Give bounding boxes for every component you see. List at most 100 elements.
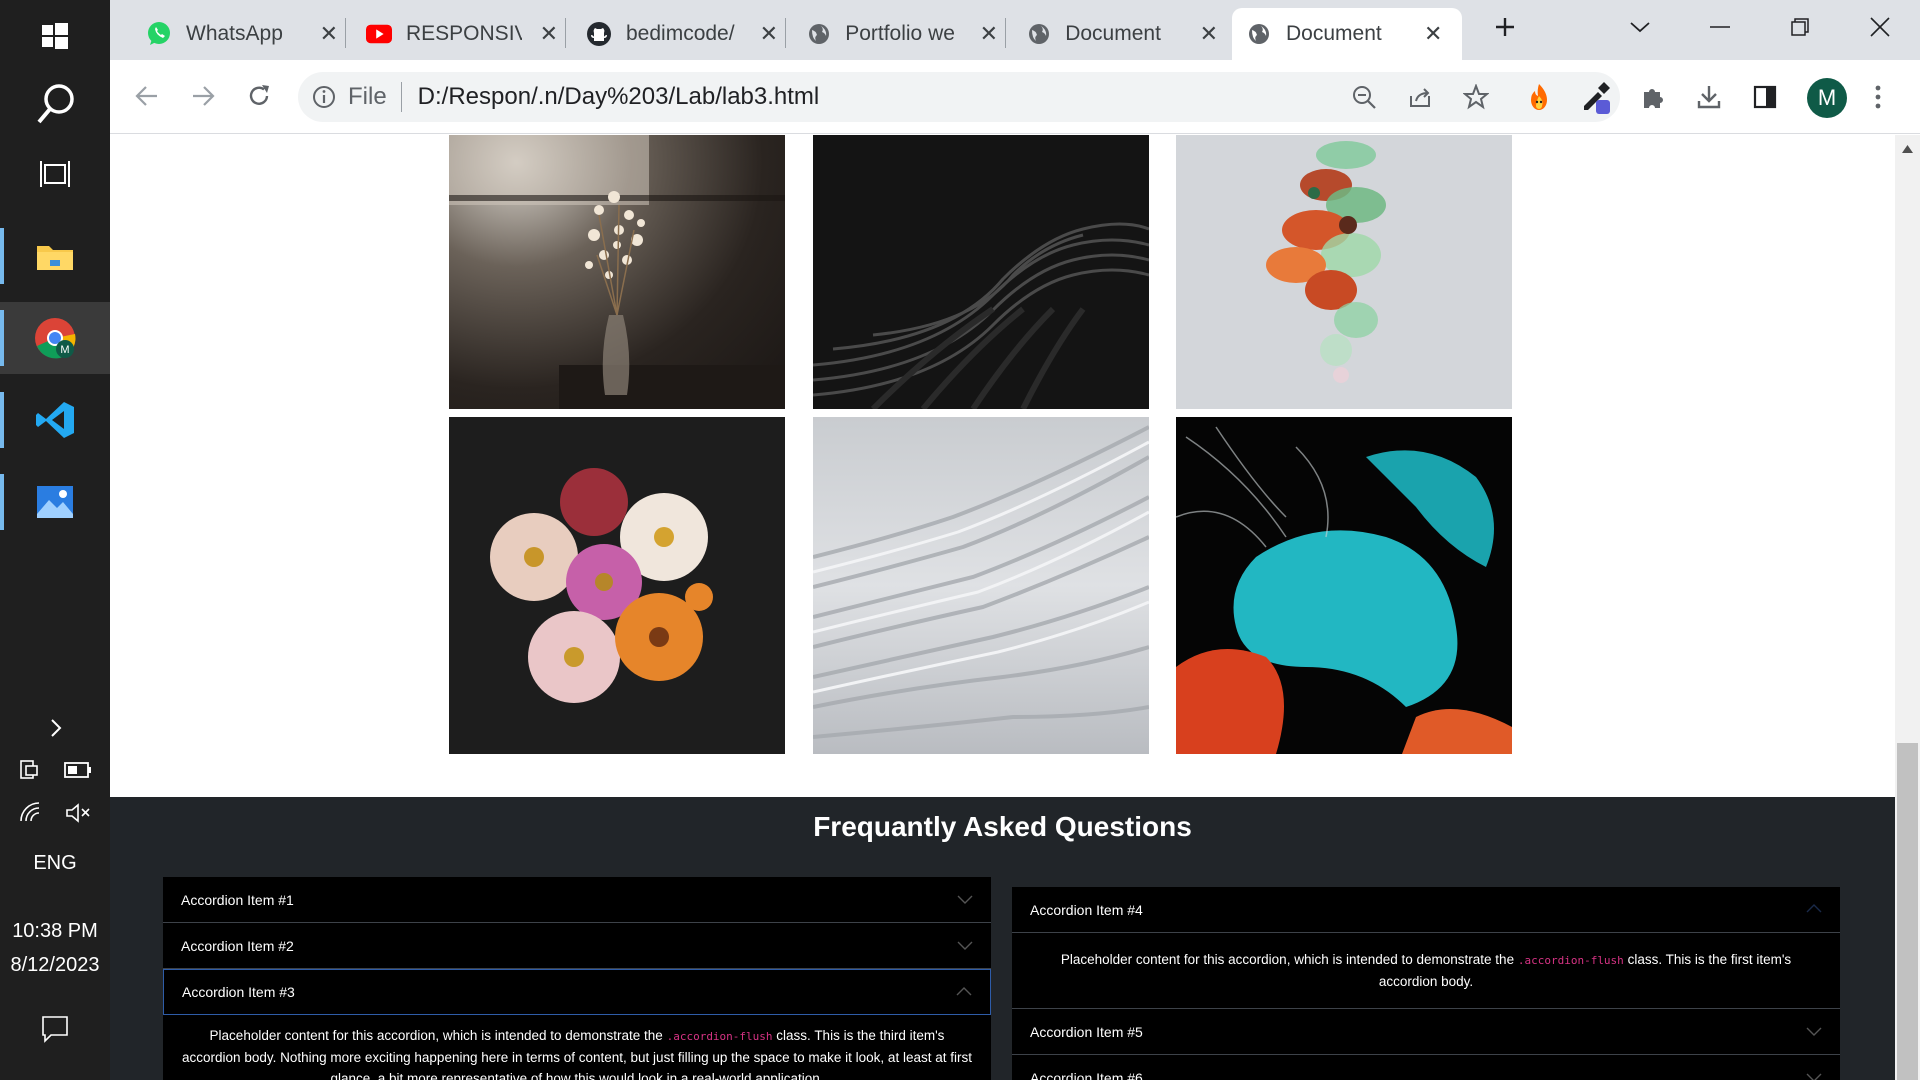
restore-button[interactable] (1760, 0, 1840, 54)
downloads-button[interactable] (1688, 76, 1730, 118)
tray-row-2 (0, 798, 110, 828)
faq-title: Frequantly Asked Questions (813, 811, 1192, 842)
reload-button[interactable] (239, 76, 279, 116)
notification-icon (42, 1016, 68, 1043)
accordion-item-label: Accordion Item #6 (1030, 1069, 1143, 1080)
gallery-image-white-waves[interactable] (813, 417, 1149, 754)
gallery-image-abstract-cyan[interactable] (1176, 417, 1512, 754)
accordion-item-6-header[interactable]: Accordion Item #6 (1012, 1055, 1840, 1080)
show-hidden-icons-button[interactable] (0, 712, 110, 744)
accordion-item-1-header[interactable]: Accordion Item #1 (163, 877, 991, 923)
accordion-item-label: Accordion Item #3 (182, 984, 295, 1000)
gallery-image-glass-sculpture[interactable] (1176, 135, 1512, 409)
gallery-image-zinnias[interactable] (449, 417, 785, 754)
file-explorer-button[interactable] (0, 220, 110, 292)
zoom-button[interactable] (1343, 76, 1385, 118)
info-icon[interactable] (312, 85, 336, 109)
clock-date[interactable]: 8/12/2023 (0, 954, 110, 977)
accordion-item-5-header[interactable]: Accordion Item #5 (1012, 1009, 1840, 1055)
tab-title: Document (1065, 22, 1161, 45)
photos-taskbar-button[interactable] (0, 466, 110, 538)
star-icon (1463, 84, 1489, 110)
profile-avatar[interactable]: M (1807, 78, 1847, 118)
start-button[interactable] (0, 0, 110, 72)
tab-youtube[interactable]: RESPONSIVE ✕ (352, 8, 572, 60)
chevron-up-icon (956, 987, 972, 996)
accordion-item-label: Accordion Item #1 (181, 891, 294, 908)
device-icon[interactable] (17, 758, 41, 782)
close-tab-icon[interactable]: ✕ (760, 21, 778, 47)
task-view-button[interactable] (0, 138, 110, 210)
tab-portfolio[interactable]: Portfolio we ✕ (792, 8, 1012, 60)
close-tab-icon[interactable]: ✕ (540, 21, 558, 47)
chevron-down-icon (957, 941, 973, 950)
close-tab-icon[interactable]: ✕ (980, 21, 998, 47)
windows-taskbar: M ENG 10:38 PM 8/12/2023 (0, 0, 110, 1080)
minimize-button[interactable] (1680, 0, 1760, 54)
vscode-taskbar-button[interactable] (0, 384, 110, 456)
globe-icon (1246, 21, 1272, 47)
scheme-chip: File (348, 82, 402, 112)
close-tab-icon[interactable]: ✕ (320, 21, 338, 47)
close-tab-icon[interactable]: ✕ (1424, 21, 1442, 47)
page-scrollbar[interactable] (1895, 135, 1920, 1080)
tab-document-active[interactable]: Document ✕ (1232, 8, 1462, 60)
tab-search-button[interactable] (1600, 0, 1680, 54)
arrow-right-icon (193, 86, 215, 106)
scroll-up-arrow-icon[interactable] (1895, 141, 1920, 161)
accordion-body-text: Placeholder content for this accordion, … (209, 1028, 667, 1043)
share-button[interactable] (1399, 76, 1441, 118)
gallery-image-flowers-vase[interactable] (449, 135, 785, 409)
menu-button[interactable] (1857, 76, 1899, 118)
close-window-button[interactable] (1840, 0, 1920, 54)
tab-github[interactable]: bedimcode/ ✕ (572, 8, 792, 60)
chevron-down-icon (1806, 1073, 1822, 1080)
folder-icon (37, 246, 73, 270)
bookmark-button[interactable] (1455, 76, 1497, 118)
tab-title: Portfolio we (845, 22, 955, 45)
accordion-item-4-header[interactable]: Accordion Item #4 (1012, 887, 1840, 933)
tab-title: WhatsApp (186, 22, 283, 45)
battery-icon[interactable] (63, 760, 93, 780)
accordion-item-label: Accordion Item #2 (181, 937, 294, 954)
search-button[interactable] (0, 68, 110, 140)
accordion-item-3-body: Placeholder content for this accordion, … (163, 1015, 991, 1080)
scrollbar-thumb[interactable] (1897, 743, 1918, 1080)
notifications-button[interactable] (0, 1012, 110, 1046)
clock-time[interactable]: 10:38 PM (0, 920, 110, 943)
extensions-button[interactable] (1632, 76, 1674, 118)
close-icon (1870, 17, 1890, 37)
extension-colorpicker-button[interactable] (1575, 76, 1617, 118)
globe-icon (1026, 21, 1051, 47)
side-panel-icon (1753, 85, 1777, 109)
accordion-body-text: Placeholder content for this accordion, … (1060, 952, 1518, 967)
minimize-icon (1710, 26, 1730, 28)
gallery-image-black-waves[interactable] (813, 135, 1149, 409)
download-icon (1697, 86, 1721, 109)
back-button[interactable] (127, 76, 167, 116)
accordion-item-3-header[interactable]: Accordion Item #3 (163, 969, 991, 1015)
accordion-item-2-header[interactable]: Accordion Item #2 (163, 923, 991, 969)
chevron-up-icon (1806, 904, 1822, 913)
extension-fire-button[interactable] (1518, 76, 1560, 118)
speaker-muted-icon[interactable] (64, 801, 92, 825)
tab-document-1[interactable]: Document ✕ (1012, 8, 1232, 60)
accordion-left: Accordion Item #1 Accordion Item #2 Acco… (163, 877, 991, 1080)
tab-title: RESPONSIVE (406, 22, 522, 45)
zoom-out-icon (1353, 86, 1376, 109)
github-icon (586, 21, 612, 47)
more-vert-icon (1875, 85, 1881, 109)
forward-button[interactable] (183, 76, 223, 116)
language-indicator[interactable]: ENG (0, 852, 110, 875)
tray-row-1 (0, 756, 110, 784)
chrome-taskbar-button[interactable]: M (0, 302, 110, 374)
url-text[interactable]: D:/Respon/.n/Day%203/Lab/lab3.html (418, 83, 820, 111)
wifi-icon[interactable] (18, 801, 44, 825)
accordion-body-code: .accordion-flush (1517, 954, 1624, 967)
eyedropper-extension-icon (1584, 82, 1610, 114)
close-tab-icon[interactable]: ✕ (1200, 21, 1218, 47)
globe-icon (806, 21, 831, 47)
tab-whatsapp[interactable]: WhatsApp ✕ (132, 8, 352, 60)
side-panel-button[interactable] (1744, 76, 1786, 118)
new-tab-button[interactable] (1480, 0, 1530, 54)
